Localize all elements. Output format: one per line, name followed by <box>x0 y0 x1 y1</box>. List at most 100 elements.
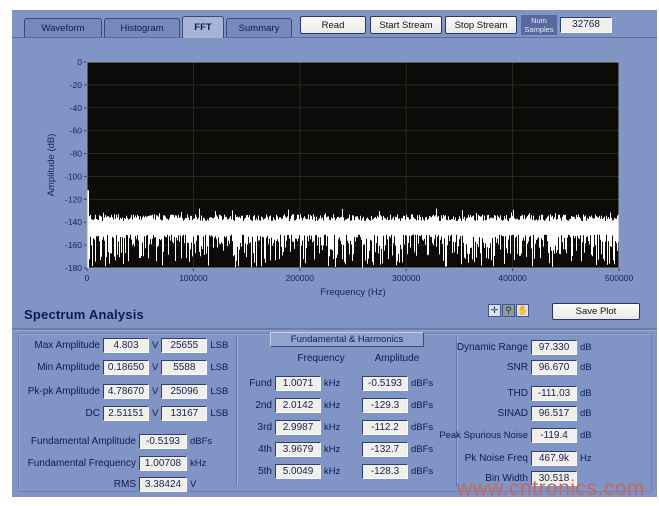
field-dc: DC 2.51151 V 13167 LSB <box>14 406 228 421</box>
field-snr: SNR 96.670 dB <box>420 360 592 375</box>
unit-label: dB <box>580 342 592 353</box>
field-label: Max Amplitude <box>14 341 100 351</box>
unit-label: Hz <box>580 453 592 464</box>
field-pkpk-amplitude: Pk-pk Amplitude 4.78670 V 25096 LSB <box>14 384 228 399</box>
value-box: -0.5193 <box>139 434 187 449</box>
field-min-amplitude: Min Amplitude 0.18650 V 5588 LSB <box>14 360 228 375</box>
svg-text:200000: 200000 <box>286 273 315 283</box>
field-fundamental-frequency: Fundamental Frequency 1.00708 kHz <box>14 456 206 471</box>
stop-stream-button[interactable]: Stop Stream <box>445 16 517 34</box>
value-box: 13167 <box>161 406 207 421</box>
field-max-amplitude: Max Amplitude 4.803 V 25655 LSB <box>14 338 228 353</box>
unit-label: V <box>152 408 158 419</box>
value-box: 4.78670 <box>103 384 149 399</box>
app-window: Waveform Histogram FFT Summary Read Star… <box>12 10 657 497</box>
read-button[interactable]: Read <box>300 16 366 34</box>
value-box: 2.0142 <box>275 398 321 413</box>
unit-label: dB <box>580 408 592 419</box>
section-title: Spectrum Analysis <box>24 307 144 322</box>
tab-fft[interactable]: FFT <box>182 16 224 38</box>
svg-text:500000: 500000 <box>605 273 634 283</box>
field-rms: RMS 3.38424 V <box>14 477 196 492</box>
unit-label: dB <box>580 388 592 399</box>
field-label: Pk Noise Freq <box>420 454 528 464</box>
field-fundamental-amplitude: Fundamental Amplitude -0.5193 dBFs <box>14 434 212 449</box>
field-thd: THD -111.03 dB <box>420 386 592 401</box>
harmonic-name: 2nd <box>242 401 272 411</box>
start-stream-button[interactable]: Start Stream <box>370 16 442 34</box>
field-sinad: SINAD 96.517 dB <box>420 406 592 421</box>
field-dynamic-range: Dynamic Range 97.330 dB <box>420 340 592 355</box>
value-box: 97.330 <box>531 340 577 355</box>
pan-tool-icon[interactable]: ✋ <box>516 304 529 317</box>
svg-text:400000: 400000 <box>498 273 527 283</box>
unit-label: V <box>190 479 196 490</box>
harmonic-row-fund-freq: Fund 1.0071 kHz <box>242 376 340 391</box>
svg-text:-20: -20 <box>70 80 83 90</box>
unit-label: kHz <box>324 422 340 433</box>
harmonic-name: 4th <box>242 445 272 455</box>
harmonics-col-frequency: Frequency <box>286 353 356 364</box>
svg-text:-80: -80 <box>70 149 83 159</box>
fft-spectrum-plot: 01000002000003000004000005000000-20-40-6… <box>42 50 652 302</box>
value-box: -132.7 <box>362 442 408 457</box>
unit-label: dBFs <box>190 436 212 447</box>
value-box: -112.2 <box>362 420 408 435</box>
value-box: 2.9987 <box>275 420 321 435</box>
watermark-text: www.cntronics.com <box>457 477 645 501</box>
tab-summary[interactable]: Summary <box>226 18 292 37</box>
value-box: -128.3 <box>362 464 408 479</box>
unit-label: LSB <box>210 386 228 397</box>
harmonic-row-3rd-freq: 3rd 2.9987 kHz <box>242 420 340 435</box>
value-box: 3.9679 <box>275 442 321 457</box>
harmonic-row-2nd-freq: 2nd 2.0142 kHz <box>242 398 340 413</box>
value-box: 25096 <box>161 384 207 399</box>
num-samples-input[interactable]: 32768 <box>560 17 612 33</box>
tab-waveform[interactable]: Waveform <box>24 18 102 37</box>
value-box: 1.0071 <box>275 376 321 391</box>
harmonic-name: 3rd <box>242 423 272 433</box>
value-box: 2.51151 <box>103 406 149 421</box>
unit-label: kHz <box>324 444 340 455</box>
unit-label: dB <box>580 430 592 441</box>
field-pk-noise-freq: Pk Noise Freq 467.9k Hz <box>420 451 592 466</box>
cursor-tool-icon[interactable]: ✛ <box>488 304 501 317</box>
field-peak-spurious-noise: Peak Spurious Noise -119.4 dB <box>420 428 592 443</box>
field-label: Dynamic Range <box>420 343 528 353</box>
value-box: 25655 <box>161 338 207 353</box>
field-label: SNR <box>420 363 528 373</box>
value-box: -0.5193 <box>362 376 408 391</box>
value-box: 0.18650 <box>103 360 149 375</box>
unit-label: V <box>152 340 158 351</box>
tab-histogram[interactable]: Histogram <box>104 18 180 37</box>
svg-text:-140: -140 <box>65 217 82 227</box>
harmonic-name: 5th <box>242 467 272 477</box>
column-separator <box>236 336 238 486</box>
unit-label: kHz <box>324 466 340 477</box>
svg-text:-120: -120 <box>65 194 82 204</box>
value-box: -111.03 <box>531 386 577 401</box>
num-samples-label: Num Samples <box>521 15 557 35</box>
field-label: RMS <box>14 480 136 490</box>
svg-text:-160: -160 <box>65 240 82 250</box>
harmonic-row-4th-freq: 4th 3.9679 kHz <box>242 442 340 457</box>
field-label: Fundamental Frequency <box>14 459 136 469</box>
unit-label: kHz <box>324 378 340 389</box>
svg-text:Frequency (Hz): Frequency (Hz) <box>320 287 385 298</box>
unit-label: kHz <box>324 400 340 411</box>
field-label: Fundamental Amplitude <box>14 437 136 447</box>
save-plot-button[interactable]: Save Plot <box>552 303 640 320</box>
unit-label: V <box>152 386 158 397</box>
svg-text:-40: -40 <box>70 103 83 113</box>
value-box: 5588 <box>161 360 207 375</box>
value-box: 467.9k <box>531 451 577 466</box>
svg-text:-60: -60 <box>70 126 83 136</box>
svg-text:-100: -100 <box>65 171 82 181</box>
svg-text:0: 0 <box>77 57 82 67</box>
field-label: SINAD <box>420 409 528 419</box>
svg-text:100000: 100000 <box>179 273 208 283</box>
zoom-tool-icon[interactable]: ⚲ <box>502 304 515 317</box>
field-label: Pk-pk Amplitude <box>14 387 100 397</box>
unit-label: dB <box>580 362 592 373</box>
value-box: -119.4 <box>531 428 577 443</box>
